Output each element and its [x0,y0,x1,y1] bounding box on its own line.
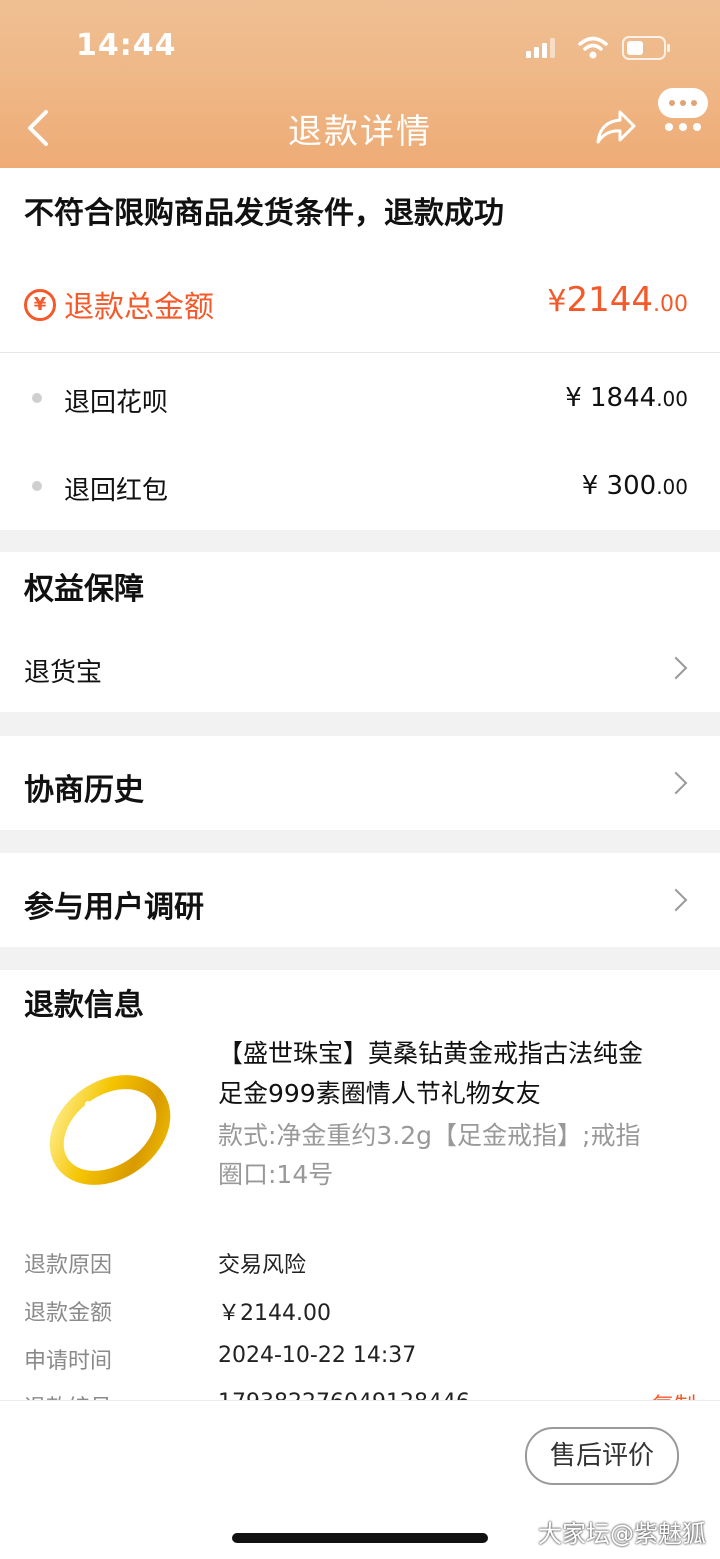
return-insurance-item[interactable]: 退货宝 [24,652,102,689]
status-bar: 14:44 [0,0,720,90]
info-label: 退款金额 [24,1301,113,1326]
after-sales-review-button[interactable]: 售后评价 [525,1427,679,1485]
bullet-dot [32,481,42,491]
divider [0,352,720,353]
watermark-text: 大家坛@紫魅狐 [538,1520,706,1548]
refund-total-amount: ¥2144.00 [547,280,688,320]
home-indicator[interactable] [232,1533,488,1543]
product-image[interactable] [40,1060,180,1190]
breakdown-label: 退回红包 [64,476,169,506]
more-menu-icon[interactable] [656,86,710,134]
breakdown-label: 退回花呗 [64,388,169,418]
share-icon[interactable] [594,108,638,146]
breakdown-amount: ¥ 1844.00 [565,383,688,413]
product-title[interactable]: 【盛世珠宝】莫桑钻黄金戒指古法纯金足金999素圈情人节礼物女友 [218,1034,658,1114]
info-value: 2024-10-22 14:37 [218,1343,417,1368]
rights-title: 权益保障 [24,572,144,607]
user-survey-title[interactable]: 参与用户调研 [24,882,204,926]
info-label: 申请时间 [24,1349,113,1374]
refund-info-title: 退款信息 [24,988,144,1023]
header-bar: 14:44 退款详情 [0,0,720,168]
yuan-icon: ¥ [24,289,56,321]
bullet-dot [32,393,42,403]
status-time: 14:44 [76,28,177,63]
refund-status-text: 不符合限购商品发货条件，退款成功 [24,196,504,231]
info-value: ￥2144.00 [218,1301,331,1326]
battery-icon [622,36,670,60]
refund-total-label: 退款总金额 [64,290,214,325]
wifi-icon [578,36,608,59]
info-value: 交易风险 [218,1253,307,1278]
product-spec: 款式:净金重约3.2g【足金戒指】;戒指圈口:14号 [218,1121,641,1189]
info-label: 退款原因 [24,1253,113,1278]
signal-icon [526,38,555,58]
negotiation-history-title[interactable]: 协商历史 [24,765,144,809]
breakdown-amount: ¥ 300.00 [581,471,688,501]
